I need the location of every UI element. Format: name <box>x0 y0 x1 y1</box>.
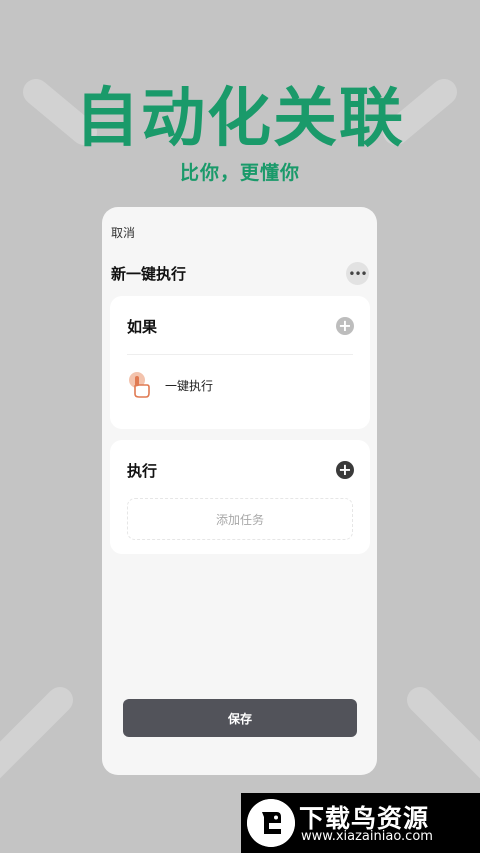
add-action-button[interactable]: + <box>336 461 354 479</box>
scene-title: 新一键执行 <box>111 265 187 283</box>
bird-logo-icon <box>247 799 295 847</box>
if-heading: 如果 <box>127 318 158 336</box>
more-options-button[interactable]: ••• <box>346 262 369 285</box>
add-task-button[interactable]: 添加任务 <box>127 498 353 540</box>
watermark-banner: 下载鸟资源 www.xiazainiao.com <box>241 793 480 853</box>
hand-tap-icon <box>129 372 150 398</box>
do-action-card: 执行 + 添加任务 <box>110 440 370 554</box>
cancel-button[interactable]: 取消 <box>111 224 135 241</box>
promo-subline: 比你，更懂你 <box>179 162 300 184</box>
watermark-url: www.xiazainiao.com <box>301 829 433 844</box>
add-condition-button[interactable]: + <box>336 317 354 335</box>
divider <box>127 354 353 355</box>
condition-label: 一键执行 <box>165 379 214 393</box>
plus-circle-icon: + <box>338 316 352 335</box>
phone-screen: 取消 新一键执行 ••• 如果 + 一键执行 执行 + 添加任务 保存 <box>102 207 377 775</box>
more-horizontal-icon: ••• <box>348 266 367 281</box>
plus-circle-icon: + <box>338 460 352 479</box>
do-heading: 执行 <box>127 462 158 480</box>
save-button[interactable]: 保存 <box>123 699 357 737</box>
if-condition-card: 如果 + 一键执行 <box>110 296 370 429</box>
promo-headline: 自动化关联 <box>75 82 405 156</box>
condition-item[interactable]: 一键执行 <box>127 370 353 400</box>
